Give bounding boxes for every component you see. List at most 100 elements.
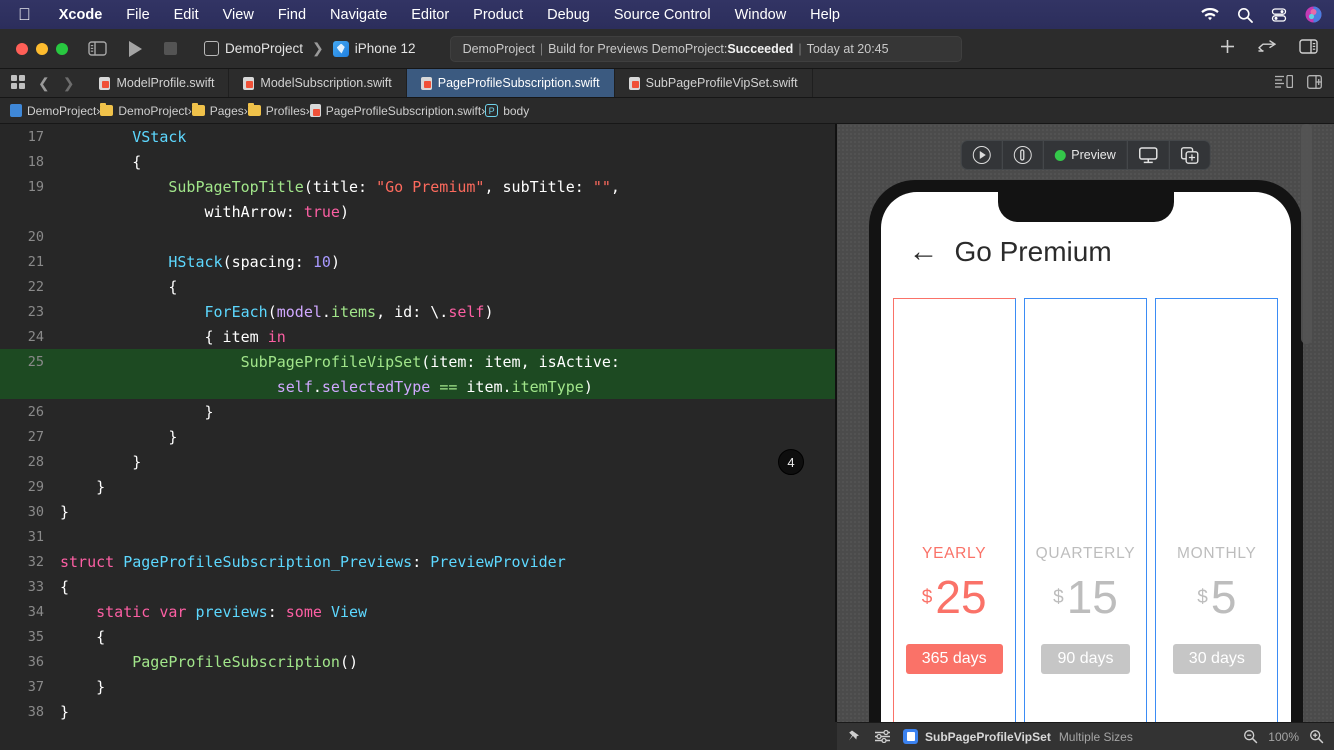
editor-scrollbar[interactable] xyxy=(1301,124,1312,344)
stop-square-icon[interactable] xyxy=(163,41,178,56)
menu-item-editor[interactable]: Editor xyxy=(399,7,461,23)
code-line[interactable]: 22 { xyxy=(0,274,836,299)
code-line[interactable]: 36 PageProfileSubscription() xyxy=(0,649,836,674)
add-assistant-editor-icon[interactable] xyxy=(1307,74,1322,92)
breadcrumb-item-group[interactable]: DemoProject xyxy=(100,102,188,118)
zoom-button[interactable] xyxy=(56,42,68,55)
breadcrumb-label: DemoProject xyxy=(118,103,188,118)
code-line[interactable]: 19 SubPageTopTitle(title: "Go Premium", … xyxy=(0,174,836,199)
breadcrumb-item-project[interactable]: DemoProject xyxy=(10,104,96,118)
code-line[interactable]: 23 ForEach(model.items, id: \.self) xyxy=(0,299,836,324)
code-line[interactable]: 17 VStack xyxy=(0,124,836,149)
inline-result-badge[interactable]: 4 xyxy=(778,449,804,475)
plan-card-yearly[interactable]: YEARLY $ 25 365 days xyxy=(892,298,1016,722)
code-line[interactable]: 26 } xyxy=(0,399,836,424)
window-controls xyxy=(16,42,68,55)
close-button[interactable] xyxy=(16,42,28,55)
menu-item-source-control[interactable]: Source Control xyxy=(602,7,723,23)
chevron-right-icon[interactable]: ❯ xyxy=(63,75,75,92)
minimize-button[interactable] xyxy=(36,42,48,55)
preview-variants-icon[interactable] xyxy=(875,730,891,743)
swap-editors-icon[interactable] xyxy=(1257,39,1277,58)
chevron-left-icon[interactable]: ❮ xyxy=(38,75,50,92)
code-line[interactable]: 18 { xyxy=(0,149,836,174)
build-status-bar[interactable]: DemoProject | Build for Previews DemoPro… xyxy=(449,35,962,62)
line-number: 24 xyxy=(27,328,44,345)
tab-grid-icon[interactable] xyxy=(11,74,25,92)
code-line[interactable]: 29 } xyxy=(0,474,836,499)
code-line[interactable]: 27 } xyxy=(0,424,836,449)
zoom-in-icon[interactable] xyxy=(1309,729,1324,744)
preview-status[interactable]: Preview xyxy=(1043,141,1128,169)
code-line[interactable]: 31 xyxy=(0,524,836,549)
control-center-icon[interactable] xyxy=(1271,7,1287,23)
code-line[interactable]: 30} xyxy=(0,499,836,524)
breadcrumb-item-profiles[interactable]: Profiles xyxy=(247,102,306,118)
code-line[interactable]: 32 struct PageProfileSubscription_Preview… xyxy=(0,549,836,574)
menu-item-view[interactable]: View xyxy=(211,7,266,23)
tab-model-profile[interactable]: ModelProfile.swift xyxy=(85,69,230,97)
code-line[interactable]: 21 HStack(spacing: 10) xyxy=(0,249,836,274)
tab-model-subscription[interactable]: ModelSubscription.swift xyxy=(229,69,407,97)
left-panel-toggle-icon[interactable] xyxy=(88,41,107,56)
code-line[interactable]: withArrow: true) xyxy=(0,199,836,224)
line-source: PageProfileSubscription() xyxy=(56,653,358,671)
scheme-selector[interactable]: DemoProject ❯ iPhone 12 xyxy=(204,40,416,57)
add-editor-icon[interactable] xyxy=(1220,39,1235,59)
run-play-icon[interactable] xyxy=(127,40,143,58)
code-line[interactable]: 34 static var previews: some View xyxy=(0,599,836,624)
back-arrow-icon[interactable]: ← xyxy=(909,237,939,267)
search-icon[interactable] xyxy=(1237,7,1253,23)
code-line[interactable]: 28 } xyxy=(0,449,836,474)
menu-item-edit[interactable]: Edit xyxy=(162,7,211,23)
line-number: 21 xyxy=(27,253,44,270)
device-screen[interactable]: ← Go Premium YEARLY $ 25 365 days QUARTE… xyxy=(880,192,1291,722)
code-line[interactable]: 35 { xyxy=(0,624,836,649)
preview-play-icon[interactable] xyxy=(961,141,1003,169)
preview-inspect-icon[interactable] xyxy=(1002,141,1044,169)
plan-card-quarterly[interactable]: QUARTERLY $ 15 90 days xyxy=(1023,298,1148,722)
breadcrumb-item-body[interactable]: P body xyxy=(485,104,529,118)
line-number: 35 xyxy=(27,628,44,645)
menu-item-find[interactable]: Find xyxy=(266,7,318,23)
menu-item-xcode[interactable]: Xcode xyxy=(47,7,115,23)
menu-item-help[interactable]: Help xyxy=(798,7,852,23)
breadcrumb-item-file[interactable]: PageProfileSubscription.swift xyxy=(309,104,481,118)
code-token: } xyxy=(60,477,106,496)
tab-sub-page-profile-vip-set[interactable]: SubPageProfileVipSet.swift xyxy=(615,69,813,97)
preview-canvas[interactable]: Preview ← Go Premium YEARLY $ 25 365 day… xyxy=(837,124,1334,722)
code-line[interactable]: self.selectedType == item.itemType) xyxy=(0,374,836,399)
code-token: { xyxy=(60,277,178,296)
code-line[interactable]: 24 { item in xyxy=(0,324,836,349)
plan-card-monthly[interactable]: MONTHLY $ 5 30 days xyxy=(1155,298,1279,722)
preview-bottom-bar: SubPageProfileVipSet Multiple Sizes 100% xyxy=(837,722,1334,750)
code-line[interactable]: 38} xyxy=(0,699,836,724)
preview-device-icon[interactable] xyxy=(1128,141,1170,169)
code-line[interactable]: 33 { xyxy=(0,574,836,599)
code-token: "" xyxy=(592,177,611,196)
line-source: { xyxy=(56,628,105,646)
pin-icon[interactable] xyxy=(847,729,861,744)
menu-item-navigate[interactable]: Navigate xyxy=(318,7,399,23)
breadcrumb-item-pages[interactable]: Pages xyxy=(191,102,244,118)
wifi-icon[interactable] xyxy=(1201,7,1219,22)
preview-duplicate-icon[interactable] xyxy=(1170,141,1210,169)
code-line[interactable]: 20 xyxy=(0,224,836,249)
menu-item-product[interactable]: Product xyxy=(461,7,535,23)
tab-page-profile-subscription[interactable]: PageProfileSubscription.swift xyxy=(406,69,615,97)
menu-item-file[interactable]: File xyxy=(114,7,161,23)
apple-logo-icon[interactable]:  xyxy=(18,6,31,23)
right-panel-toggle-icon[interactable] xyxy=(1299,38,1318,59)
menu-item-window[interactable]: Window xyxy=(723,7,799,23)
code-token: } xyxy=(60,702,70,721)
menu-item-debug[interactable]: Debug xyxy=(535,7,602,23)
source-editor[interactable]: 17 VStack 18 {19 SubPageTopTitle(title: "… xyxy=(0,124,836,750)
minimap-toggle-icon[interactable] xyxy=(1275,74,1294,91)
code-line[interactable]: 25 SubPageProfileVipSet(item: item, isAc… xyxy=(0,349,836,374)
zoom-out-icon[interactable] xyxy=(1243,729,1258,744)
editor-bottom-strip xyxy=(0,722,837,750)
siri-icon[interactable] xyxy=(1305,6,1322,23)
code-token: { xyxy=(60,152,142,171)
code-line[interactable]: 37 } xyxy=(0,674,836,699)
